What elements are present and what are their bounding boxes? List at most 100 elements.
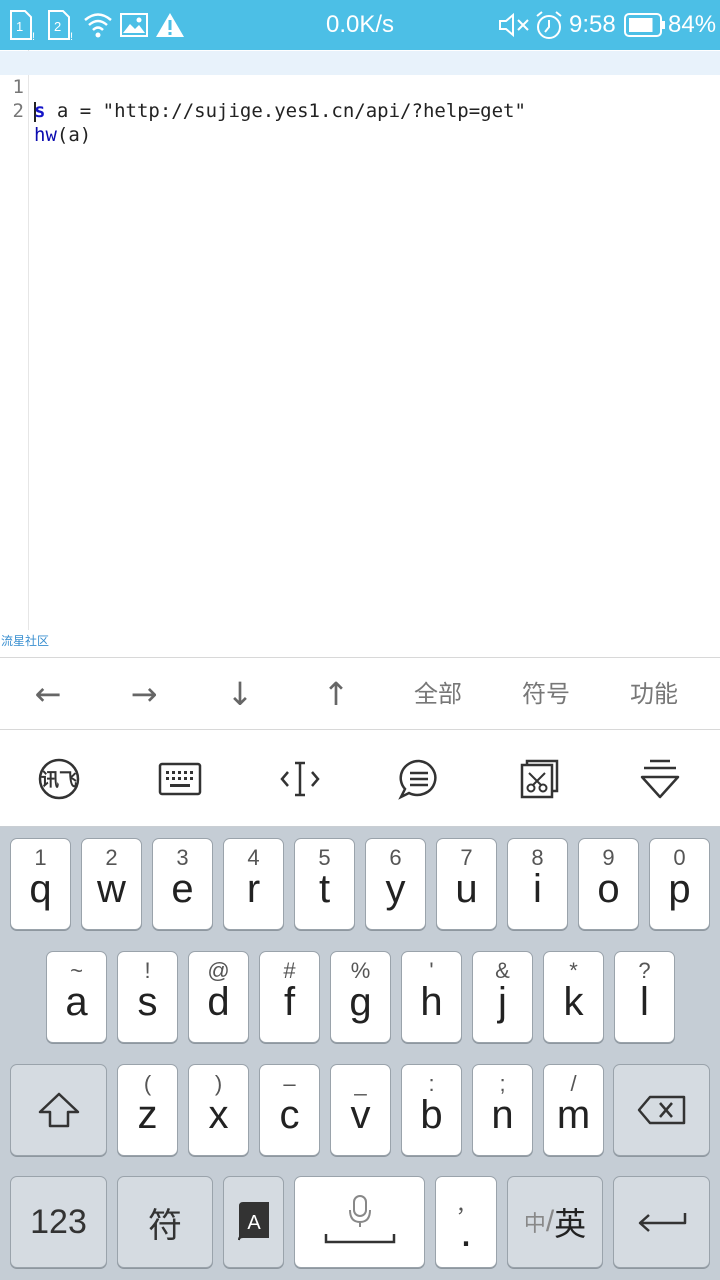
key-y[interactable]: 6y <box>365 838 426 930</box>
symbol-key-label: 符 <box>148 1206 182 1245</box>
sim1-icon: 1 ! <box>8 9 38 41</box>
code-text[interactable]: s a = "http://sujige.yes1.cn/api/?help=g… <box>34 99 526 123</box>
code-rest: a = "http://sujige.yes1.cn/api/?help=get… <box>45 100 526 122</box>
punctuation-key[interactable]: ， . <box>435 1176 497 1268</box>
key-primary-label: r <box>246 867 261 911</box>
key-d[interactable]: @ d <box>188 951 249 1043</box>
language-switch-key[interactable]: 中 / 英 <box>507 1176 603 1268</box>
key-a[interactable]: ~ a <box>46 951 107 1043</box>
select-all-button[interactable]: 全部 <box>398 658 478 730</box>
numbers-key-label: 123 <box>30 1202 87 1241</box>
xunfei-logo-icon[interactable]: 讯飞 <box>36 756 82 802</box>
key-primary-label: a <box>65 980 88 1024</box>
backspace-icon <box>637 1095 685 1125</box>
key-w[interactable]: 2w <box>81 838 142 930</box>
key-primary-label: g <box>349 980 372 1024</box>
key-primary-label: n <box>491 1093 514 1137</box>
key-z[interactable]: (z <box>117 1064 178 1156</box>
sim2-label: 2 <box>54 19 61 34</box>
key-primary-label: j <box>498 980 507 1024</box>
clock: 9:58 <box>569 11 616 38</box>
battery-percent: 84% <box>668 11 717 38</box>
period-label: . <box>459 1207 473 1256</box>
soft-keyboard: 1q2w3e4r5t6y7u8i9o0p ~ a! s @ d # f% g ' h & j * k? l … <box>0 827 720 1280</box>
key-t[interactable]: 5t <box>294 838 355 930</box>
clipboard-cut-icon[interactable] <box>517 756 563 802</box>
voice-space-icon <box>324 1195 395 1244</box>
key-primary-label: d <box>207 980 230 1024</box>
key-s[interactable]: ! s <box>117 951 178 1043</box>
chat-icon[interactable] <box>396 756 442 802</box>
key-primary-label: i <box>533 867 542 911</box>
key-h[interactable]: ' h <box>401 951 462 1043</box>
code-line-2[interactable]: 2 hw(a) <box>0 75 720 146</box>
symbols-button[interactable]: 符号 <box>506 658 586 730</box>
dictionary-key[interactable]: A <box>223 1176 284 1268</box>
key-o[interactable]: 9o <box>578 838 639 930</box>
key-i[interactable]: 8i <box>507 838 568 930</box>
shift-icon <box>38 1092 79 1128</box>
key-primary-label: e <box>171 867 194 911</box>
key-primary-label: u <box>455 867 478 911</box>
alarm-icon <box>533 9 565 41</box>
key-primary-label: o <box>597 867 620 911</box>
key-f[interactable]: # f <box>259 951 320 1043</box>
backspace-key[interactable] <box>613 1064 710 1156</box>
status-bar: 1 ! 2 ! 0.0K/s 9:58 84% <box>0 0 720 50</box>
enter-key[interactable] <box>613 1176 710 1268</box>
watermark: 流星社区 <box>1 634 50 648</box>
key-primary-label: q <box>29 867 52 911</box>
key-p[interactable]: 0p <box>649 838 710 930</box>
cursor-right-button[interactable]: → <box>116 658 172 730</box>
key-v[interactable]: _ v <box>330 1064 391 1156</box>
ime-toolbar: 讯飞 <box>0 730 720 827</box>
symbol-key[interactable]: 符 <box>117 1176 213 1268</box>
shift-key[interactable] <box>10 1064 107 1156</box>
code-line-1[interactable]: 1 s a = "http://sujige.yes1.cn/api/?help… <box>0 51 720 122</box>
keyboard-icon[interactable] <box>157 756 203 802</box>
functions-button[interactable]: 功能 <box>614 658 694 730</box>
key-primary-label: m <box>556 1093 591 1137</box>
key-r[interactable]: 4r <box>223 838 284 930</box>
key-g[interactable]: % g <box>330 951 391 1043</box>
collapse-keyboard-icon[interactable] <box>637 756 683 802</box>
key-primary-label: b <box>420 1093 443 1137</box>
cursor-left-button[interactable]: ← <box>20 658 76 730</box>
cursor-move-icon[interactable] <box>277 756 323 802</box>
lang-chinese-label: 中 <box>523 1211 546 1236</box>
key-primary-label: s <box>137 980 158 1024</box>
enter-icon <box>638 1213 686 1232</box>
space-key[interactable] <box>294 1176 425 1268</box>
warning-icon <box>155 9 185 41</box>
key-m[interactable]: / m <box>543 1064 604 1156</box>
key-j[interactable]: & j <box>472 951 533 1043</box>
key-n[interactable]: ; n <box>472 1064 533 1156</box>
key-e[interactable]: 3e <box>152 838 213 930</box>
key-b[interactable]: :b <box>401 1064 462 1156</box>
key-x[interactable]: ) x <box>188 1064 249 1156</box>
image-icon <box>119 9 149 41</box>
key-l[interactable]: ? l <box>614 951 675 1043</box>
key-u[interactable]: 7u <box>436 838 497 930</box>
key-primary-label: h <box>420 980 443 1024</box>
key-primary-label: t <box>318 867 331 911</box>
numbers-key[interactable]: 123 <box>10 1176 107 1268</box>
cursor-down-button[interactable]: ↓ <box>212 658 268 730</box>
code-rest: (a) <box>56 124 92 146</box>
key-primary-label: v <box>350 1093 371 1137</box>
cursor-up-button[interactable]: ↑ <box>308 658 364 730</box>
key-primary-label: z <box>137 1093 158 1137</box>
svg-text:!: ! <box>32 31 35 41</box>
key-primary-label: y <box>385 867 406 911</box>
network-speed: 0.0K/s <box>326 11 395 38</box>
key-primary-label: p <box>668 867 691 911</box>
svg-text:A: A <box>247 1212 261 1234</box>
code-text[interactable]: hw(a) <box>34 123 91 147</box>
key-primary-label: x <box>208 1093 229 1137</box>
key-c[interactable]: – c <box>259 1064 320 1156</box>
code-keyword: hw <box>34 124 57 146</box>
key-k[interactable]: * k <box>543 951 604 1043</box>
code-editor[interactable]: 1 s a = "http://sujige.yes1.cn/api/?help… <box>0 50 720 657</box>
svg-text:讯飞: 讯飞 <box>41 770 77 791</box>
key-q[interactable]: 1q <box>10 838 71 930</box>
